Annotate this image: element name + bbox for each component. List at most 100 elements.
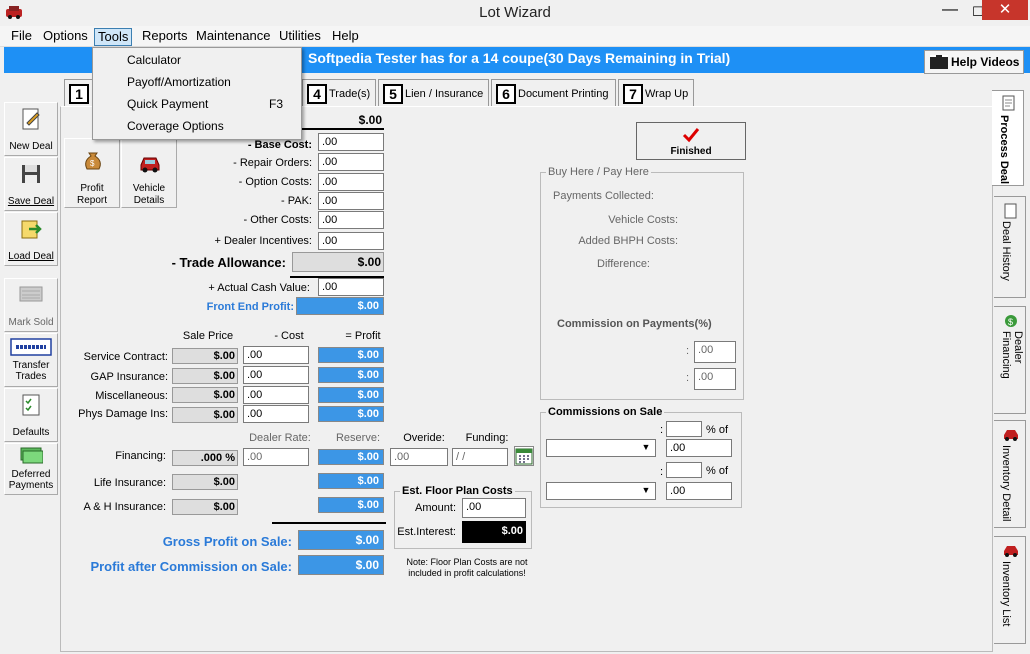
tab-1[interactable]: 1	[64, 79, 94, 107]
car-icon	[1004, 430, 1018, 441]
transfer-trades-button[interactable]: Transfer Trades	[4, 333, 58, 387]
divider	[300, 128, 384, 130]
tab-number: 1	[69, 84, 89, 105]
reserve-value: $.00	[318, 449, 384, 465]
base-cost-input[interactable]: .00	[318, 133, 384, 151]
salesperson-select-1[interactable]: ▼	[546, 439, 656, 457]
menu-help[interactable]: Help	[329, 28, 362, 46]
commission-pct-input-2[interactable]	[666, 462, 702, 478]
acv-input[interactable]: .00	[318, 278, 384, 296]
commission-value-1[interactable]: .00	[666, 439, 732, 457]
commission-payment-input-2[interactable]: .00	[694, 368, 736, 390]
received-stamp-icon	[10, 338, 52, 356]
tab-wrap-up[interactable]: 7 Wrap Up	[618, 79, 694, 107]
menu-reports[interactable]: Reports	[139, 28, 191, 46]
phys-damage-cost[interactable]: .00	[243, 405, 309, 423]
new-deal-button[interactable]: New Deal	[4, 102, 58, 156]
tab-document-printing[interactable]: 6 Document Printing	[491, 79, 616, 107]
financing-label: Financing:	[115, 450, 166, 462]
chevron-down-icon: ▼	[641, 442, 651, 452]
overide-input[interactable]: .00	[390, 448, 448, 466]
load-deal-button[interactable]: Load Deal	[4, 212, 58, 266]
other-costs-input[interactable]: .00	[318, 211, 384, 229]
tab-deal-history[interactable]: Deal History	[994, 196, 1026, 298]
tab-lien-insurance[interactable]: 5 Lien / Insurance	[378, 79, 489, 107]
menu-tools[interactable]: Tools	[94, 28, 133, 46]
deferred-payments-button[interactable]: Deferred Payments	[4, 443, 58, 495]
new-deal-label: New Deal	[9, 141, 53, 152]
deferred-payments-label: Deferred Payments	[8, 469, 54, 491]
tab-trades[interactable]: 4 Trade(s)	[302, 79, 376, 107]
bhph-title: Buy Here / Pay Here	[546, 166, 651, 178]
option-costs-input[interactable]: .00	[318, 173, 384, 191]
mark-sold-button[interactable]: Mark Sold	[4, 278, 58, 332]
load-icon	[21, 220, 42, 239]
chevron-down-icon: ▼	[641, 485, 651, 495]
financing-rate: .000 %	[172, 450, 238, 466]
tab-process-deal[interactable]: Process Deal	[992, 90, 1024, 186]
floor-amount-input[interactable]: .00	[462, 498, 526, 518]
gross-profit-value: $.00	[298, 530, 384, 550]
service-contract-price: $.00	[172, 348, 238, 364]
est-interest-label: Est.Interest:	[397, 526, 456, 538]
dealer-incentives-input[interactable]: .00	[318, 232, 384, 250]
payments-collected-label: Payments Collected:	[553, 190, 654, 202]
service-contract-cost[interactable]: .00	[243, 346, 309, 364]
defaults-button[interactable]: Defaults	[4, 388, 58, 442]
tab-deal-history-label: Deal History	[1000, 221, 1012, 281]
gap-insurance-cost[interactable]: .00	[243, 366, 309, 384]
difference-label: Difference:	[597, 258, 650, 270]
tab-process-deal-label: Process Deal	[998, 115, 1010, 185]
calendar-icon[interactable]	[514, 446, 534, 466]
colon-label: :	[660, 424, 664, 436]
base-cost-label: - Base Cost:	[247, 139, 312, 151]
checkmark-icon	[682, 128, 700, 143]
menu-options[interactable]: Options	[40, 28, 91, 46]
menu-utilities[interactable]: Utilities	[276, 28, 324, 46]
menu-maintenance[interactable]: Maintenance	[193, 28, 273, 46]
mark-sold-label: Mark Sold	[8, 317, 54, 328]
miscellaneous-label: Miscellaneous:	[95, 390, 168, 402]
menu-item-payoff[interactable]: Payoff/Amortization	[127, 75, 231, 89]
commission-pct-input-1[interactable]	[666, 421, 702, 437]
minimize-button[interactable]: —	[935, 0, 965, 24]
finished-button[interactable]: Finished	[636, 122, 746, 160]
menu-item-calculator[interactable]: Calculator	[127, 53, 181, 67]
funding-header: Funding:	[465, 432, 509, 444]
save-deal-button[interactable]: Save Deal	[4, 157, 58, 211]
tab-inventory-list[interactable]: Inventory List	[994, 536, 1026, 644]
banner-text: Softpedia Tester has for a 14 coupe(30 D…	[308, 50, 731, 66]
tab-inventory-detail[interactable]: Inventory Detail	[994, 420, 1026, 528]
floor-plan-title: Est. Floor Plan Costs	[400, 485, 515, 497]
dealer-rate-input[interactable]: .00	[243, 448, 309, 466]
option-costs-label: - Option Costs:	[238, 176, 312, 188]
pak-input[interactable]: .00	[318, 192, 384, 210]
tab-inventory-detail-label: Inventory Detail	[1000, 445, 1012, 522]
funding-date-input[interactable]: / /	[452, 448, 508, 466]
ah-insurance-label: A & H Insurance:	[83, 501, 166, 513]
repair-orders-input[interactable]: .00	[318, 153, 384, 171]
mark-sold-icon	[19, 286, 43, 302]
tab-dealer-financing[interactable]: $ Dealer Financing	[994, 306, 1026, 414]
profit-after-commission-value: $.00	[298, 555, 384, 575]
other-costs-label: - Other Costs:	[243, 214, 312, 226]
tools-dropdown: Calculator Payoff/Amortization Quick Pay…	[92, 47, 302, 140]
miscellaneous-cost[interactable]: .00	[243, 386, 309, 404]
gap-insurance-label: GAP Insurance:	[90, 371, 168, 383]
load-deal-label: Load Deal	[8, 251, 54, 262]
salesperson-select-2[interactable]: ▼	[546, 482, 656, 500]
commission-value-2[interactable]: .00	[666, 482, 732, 500]
menu-item-quick-payment[interactable]: Quick Payment	[127, 97, 208, 111]
close-button[interactable]: ✕	[982, 0, 1028, 20]
profit-after-commission-label: Profit after Commission on Sale:	[90, 559, 292, 574]
menu-file[interactable]: File	[8, 28, 35, 46]
dealer-rate-header: Dealer Rate:	[249, 432, 311, 444]
shortcut-label: F3	[269, 97, 284, 111]
life-insurance-label: Life Insurance:	[93, 477, 166, 489]
ah-insurance-profit: $.00	[318, 497, 384, 513]
commission-payment-input-1[interactable]: .00	[694, 341, 736, 363]
film-icon	[930, 55, 948, 69]
trade-allowance-label: - Trade Allowance:	[171, 255, 286, 270]
svg-text:$: $	[1008, 317, 1013, 327]
menu-item-coverage[interactable]: Coverage Options	[127, 119, 224, 133]
